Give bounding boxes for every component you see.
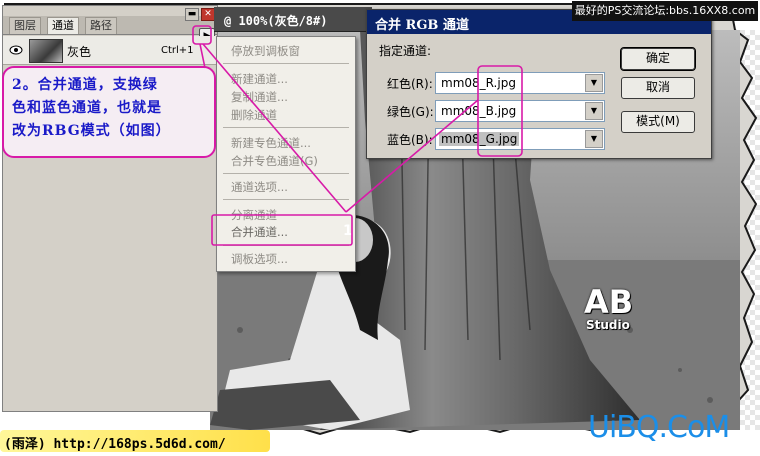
top-watermark: 最好的PS交流论坛:bbs.16XX8.com	[572, 1, 758, 21]
tab-channels[interactable]: 通道	[47, 17, 79, 34]
channel-shortcut: Ctrl+1	[161, 45, 194, 56]
menu-item-new-channel[interactable]: 新建通道...	[231, 71, 288, 87]
channel-group-label: 指定通道:	[379, 44, 432, 58]
menu-item-merge-spot-channel[interactable]: 合并专色通道(G)	[231, 153, 318, 169]
annotation-callout: 2。合并通道，支换绿 色和蓝色通道，也就是 改为RBG模式（如图）	[2, 66, 216, 158]
menu-divider	[223, 63, 349, 64]
menu-divider	[223, 173, 349, 174]
ab-logo-text: AB	[584, 283, 634, 321]
dropdown-arrow-icon[interactable]: ▼	[585, 74, 603, 92]
menu-item-split-channels[interactable]: 分离通道	[231, 207, 277, 223]
minimize-icon[interactable]: ▬	[185, 8, 199, 21]
green-channel-value: mm08_B.jpg	[441, 104, 517, 118]
dropdown-arrow-icon[interactable]: ▼	[585, 102, 603, 120]
annotation-line: 改为RBG模式（如图）	[12, 123, 171, 139]
mode-button[interactable]: 模式(M)	[621, 111, 695, 133]
channel-thumbnail	[29, 39, 63, 63]
blue-channel-label: 蓝色(B):	[387, 133, 433, 147]
annotation-line: 2。合并通道，支换绿	[12, 77, 158, 93]
menu-divider	[223, 199, 349, 200]
green-channel-select[interactable]: mm08_B.jpg ▼	[435, 100, 605, 122]
document-title-bar: @ 100%(灰色/8#)	[214, 7, 372, 32]
document-title: @ 100%(灰色/8#)	[224, 14, 328, 28]
channel-name: 灰色	[67, 45, 92, 59]
ok-button[interactable]: 确定	[620, 47, 696, 71]
dialog-title: 合并 RGB 通道	[375, 18, 469, 33]
menu-item-merge-channels[interactable]: 合并通道...	[231, 224, 288, 240]
channel-row-gray[interactable]: 灰色 Ctrl+1	[3, 36, 217, 65]
menu-divider	[223, 127, 349, 128]
studio-logo-text: Studio	[586, 318, 630, 332]
bottom-watermark: (雨泽) http://168ps.5d6d.com/	[0, 430, 270, 452]
cancel-button[interactable]: 取消	[621, 77, 695, 99]
red-channel-label: 红色(R):	[387, 77, 433, 91]
step-badge: 1	[343, 223, 353, 239]
menu-item-duplicate-channel[interactable]: 复制通道...	[231, 89, 288, 105]
annotation-text: 2。合并通道，支换绿 色和蓝色通道，也就是 改为RBG模式（如图）	[12, 74, 208, 143]
blue-channel-value: mm08_G.jpg	[439, 132, 520, 146]
dropdown-arrow-icon[interactable]: ▼	[585, 130, 603, 148]
menu-item-new-spot-channel[interactable]: 新建专色通道...	[231, 135, 311, 151]
bottom-watermark-text: (雨泽) http://168ps.5d6d.com/	[4, 437, 226, 452]
red-channel-value: mm08_R.jpg	[441, 76, 516, 90]
blue-channel-select[interactable]: mm08_G.jpg ▼	[435, 128, 605, 150]
menu-item-delete-channel[interactable]: 删除通道	[231, 107, 277, 123]
annotation-line: 色和蓝色通道，也就是	[12, 100, 162, 116]
eye-icon[interactable]	[9, 44, 23, 56]
green-channel-label: 绿色(G):	[387, 105, 434, 119]
tab-layers[interactable]: 图层	[9, 17, 41, 34]
close-icon[interactable]: ✕	[201, 8, 215, 21]
red-channel-select[interactable]: mm08_R.jpg ▼	[435, 72, 605, 94]
menu-item-dock[interactable]: 停放到调板窗	[231, 43, 300, 59]
channels-flyout-menu: 停放到调板窗 新建通道... 复制通道... 删除通道 新建专色通道... 合并…	[216, 36, 356, 272]
menu-divider	[223, 245, 349, 246]
menu-item-channel-options[interactable]: 通道选项...	[231, 179, 288, 195]
site-logo: UiBQ.CoM	[588, 410, 730, 445]
merge-rgb-dialog: 合并 RGB 通道 指定通道: 红色(R): mm08_R.jpg ▼ 绿色(G…	[366, 9, 712, 159]
menu-item-palette-options[interactable]: 调板选项...	[231, 251, 288, 267]
tab-paths[interactable]: 路径	[85, 17, 117, 34]
